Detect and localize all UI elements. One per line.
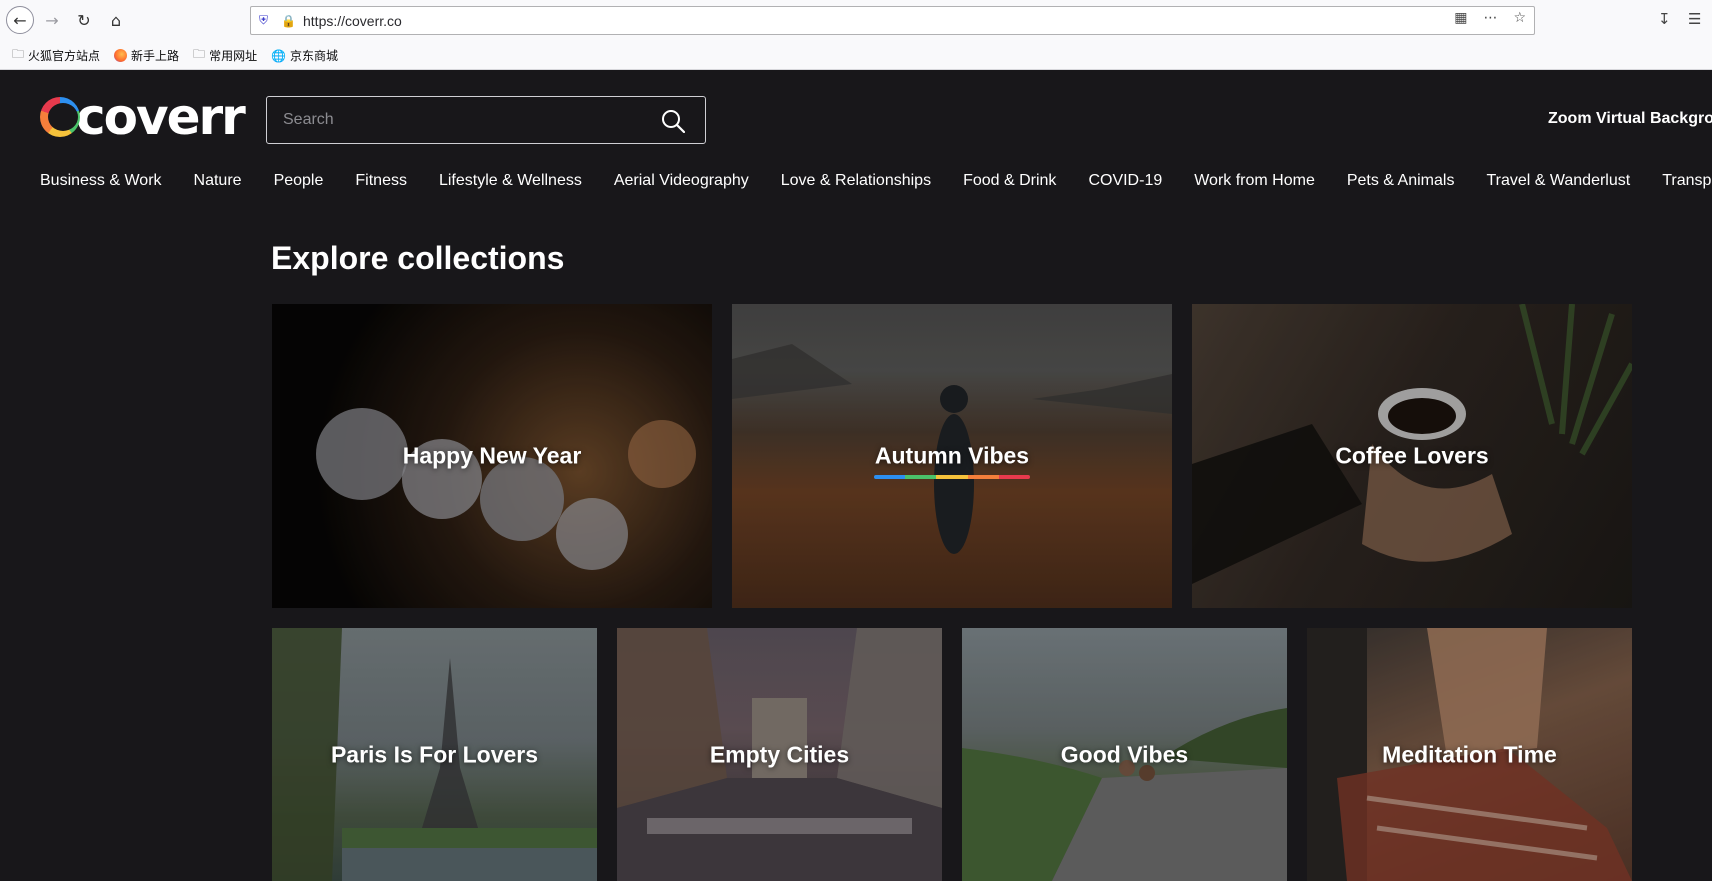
category-covid-19[interactable]: COVID-19 (1088, 172, 1162, 190)
address-bar[interactable]: ⛨ 🔒 https://coverr.co ▦ ⋯ ☆ (250, 6, 1535, 35)
category-travel-wanderlust[interactable]: Travel & Wanderlust (1486, 172, 1630, 190)
search-box[interactable] (266, 96, 706, 144)
logo-text: coverr (76, 88, 246, 146)
download-icon[interactable]: ↧ (1658, 10, 1671, 28)
url-text[interactable]: https://coverr.co (303, 13, 402, 29)
collection-label: Coffee Lovers (1335, 442, 1489, 469)
home-icon[interactable]: ⌂ (102, 6, 130, 34)
coverr-logo[interactable]: coverr (40, 88, 246, 146)
collection-label: Good Vibes (1060, 741, 1189, 767)
category-nature[interactable]: Nature (194, 172, 242, 190)
collection-card-coffee-lovers[interactable]: Coffee Lovers (1192, 304, 1632, 608)
bookmark-item[interactable]: 🌐 京东商城 (271, 47, 338, 64)
reload-icon[interactable]: ↻ (70, 6, 98, 34)
search-icon[interactable] (661, 109, 685, 133)
hover-underline (874, 475, 1030, 479)
collection-label: Paris Is For Lovers (330, 741, 539, 767)
collection-card-autumn-vibes[interactable]: Autumn Vibes (732, 304, 1172, 608)
logo-mark-icon (40, 97, 80, 137)
collection-card-paris[interactable]: Paris Is For Lovers (272, 628, 597, 881)
category-pets-animals[interactable]: Pets & Animals (1347, 172, 1455, 190)
underline-segment (998, 475, 1030, 479)
collection-label: Happy New Year (402, 442, 582, 469)
category-transportation[interactable]: Transp (1662, 172, 1711, 190)
collection-card-empty-cities[interactable]: Empty Cities (617, 628, 942, 881)
collection-label: Meditation Time (1382, 741, 1557, 767)
more-icon[interactable]: ⋯ (1483, 10, 1497, 26)
globe-icon: 🌐 (271, 48, 287, 63)
collections-title: Explore collections (271, 240, 565, 276)
collection-card-good-vibes[interactable]: Good Vibes (962, 628, 1287, 881)
collection-label: Empty Cities (709, 741, 850, 767)
zoom-backgrounds-link[interactable]: Zoom Virtual Backgrou (1548, 110, 1712, 128)
search-input[interactable] (283, 107, 633, 133)
category-food-drink[interactable]: Food & Drink (963, 172, 1056, 190)
lock-icon[interactable]: 🔒 (281, 14, 296, 28)
bookmarks-bar: 🗀 火狐官方站点 新手上路 🗀 常用网址 🌐 京东商城 (0, 42, 1712, 69)
firefox-icon (114, 49, 128, 62)
underline-segment (967, 475, 999, 479)
category-business-work[interactable]: Business & Work (40, 172, 162, 190)
underline-segment (874, 475, 906, 479)
collection-card-happy-new-year[interactable]: Happy New Year (272, 304, 712, 608)
back-icon[interactable]: ← (6, 6, 34, 34)
library-icon[interactable]: ☰ (1688, 10, 1701, 28)
underline-segment (936, 475, 968, 479)
category-people[interactable]: People (274, 172, 324, 190)
folder-icon: 🗀 (193, 47, 206, 61)
shield-icon[interactable]: ⛨ (259, 13, 273, 28)
category-fitness[interactable]: Fitness (355, 172, 407, 190)
category-work-from-home[interactable]: Work from Home (1194, 172, 1315, 190)
bookmark-item[interactable]: 新手上路 (114, 47, 179, 64)
category-lifestyle-wellness[interactable]: Lifestyle & Wellness (439, 172, 582, 190)
category-love-relationships[interactable]: Love & Relationships (781, 172, 931, 190)
browser-toolbar: ← → ↻ ⌂ ⛨ 🔒 https://coverr.co ▦ ⋯ ☆ ↧ ☰ (0, 0, 1712, 42)
underline-segment (905, 475, 937, 479)
bookmark-star-icon[interactable]: ☆ (1513, 10, 1526, 26)
collection-label: Autumn Vibes (874, 442, 1030, 469)
folder-icon: 🗀 (12, 47, 25, 61)
category-nav: Business & Work Nature People Fitness Li… (40, 172, 1712, 190)
bookmark-item[interactable]: 🗀 火狐官方站点 (12, 45, 100, 66)
qr-code-icon[interactable]: ▦ (1454, 10, 1467, 26)
category-aerial-videography[interactable]: Aerial Videography (614, 172, 749, 190)
browser-chrome: ← → ↻ ⌂ ⛨ 🔒 https://coverr.co ▦ ⋯ ☆ ↧ ☰ … (0, 0, 1712, 70)
collection-card-meditation-time[interactable]: Meditation Time (1307, 628, 1632, 881)
forward-icon[interactable]: → (38, 6, 66, 34)
bookmark-item[interactable]: 🗀 常用网址 (193, 45, 257, 66)
